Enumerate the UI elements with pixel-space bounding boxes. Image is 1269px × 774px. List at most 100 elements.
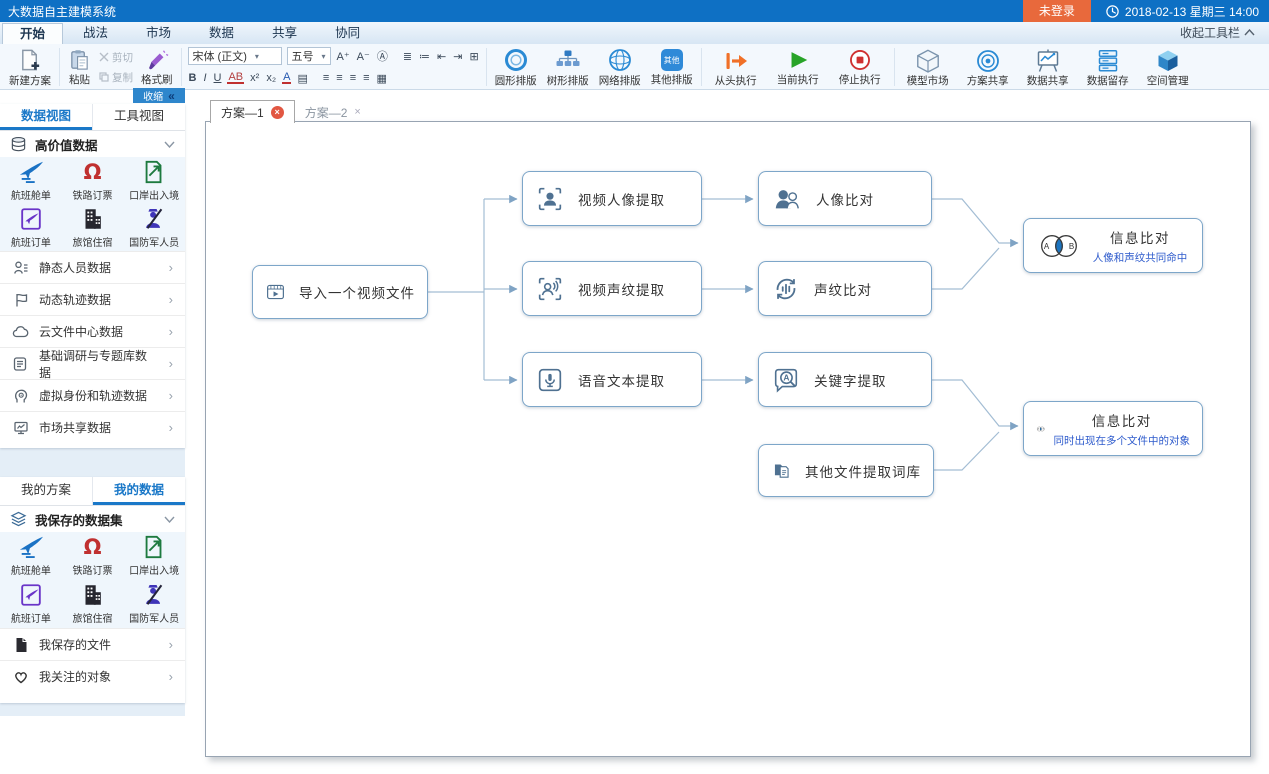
category-dynamic-track-data[interactable]: 动态轨迹数据 › bbox=[0, 283, 185, 315]
data-share-button[interactable]: 数据共享 bbox=[1018, 45, 1078, 89]
font-size-select[interactable]: 五号 bbox=[287, 47, 331, 65]
menu-tab-data[interactable]: 数据 bbox=[191, 22, 252, 44]
login-status-badge[interactable]: 未登录 bbox=[1023, 0, 1091, 22]
data-item-railway-ticket[interactable]: Ω 铁路订票 bbox=[62, 157, 124, 204]
view-tabs: 数据视图 工具视图 bbox=[0, 104, 185, 131]
grow-font-button[interactable]: A⁺ bbox=[336, 50, 351, 63]
sidebar-collapse-button[interactable]: 收缩 « bbox=[133, 88, 185, 103]
followed-objects-item[interactable]: 我关注的对象 › bbox=[0, 660, 185, 692]
subscript-button[interactable]: x₂ bbox=[265, 72, 277, 84]
align-right-button[interactable]: ≡ bbox=[349, 72, 357, 84]
data-item-railway-ticket[interactable]: Ω 铁路订票 bbox=[62, 532, 124, 579]
numbered-list-button[interactable]: ≔ bbox=[418, 50, 431, 63]
cut-button[interactable]: 剪切 bbox=[99, 50, 133, 65]
data-item-border-entry[interactable]: 口岸出入境 bbox=[123, 532, 185, 579]
other-layout-badge-text: 其他 bbox=[664, 55, 680, 66]
node-import-video[interactable]: 导入一个视频文件 bbox=[252, 265, 428, 319]
category-research-library-data[interactable]: 基础调研与专题库数据 › bbox=[0, 347, 185, 379]
category-virtual-identity-data[interactable]: 虚拟身份和轨迹数据 › bbox=[0, 379, 185, 411]
font-color-button[interactable]: A bbox=[282, 72, 291, 84]
node-info-compare-1[interactable]: A B 信息比对 人像和声纹共同命中 bbox=[1023, 218, 1203, 273]
new-plan-button[interactable]: 新建方案 bbox=[4, 45, 56, 89]
tab-my-data[interactable]: 我的数据 bbox=[92, 477, 185, 505]
align-center-button[interactable]: ≡ bbox=[335, 72, 343, 84]
menu-tab-collab[interactable]: 协同 bbox=[317, 22, 378, 44]
shrink-font-button[interactable]: A⁻ bbox=[356, 50, 371, 63]
category-cloud-file-data[interactable]: 云文件中心数据 › bbox=[0, 315, 185, 347]
shading-button[interactable]: ▤ bbox=[296, 72, 308, 85]
my-tabs: 我的方案 我的数据 bbox=[0, 477, 185, 506]
data-item-flight-manifest[interactable]: 航班舱单 bbox=[0, 157, 62, 204]
align-justify-button[interactable]: ≡ bbox=[362, 72, 370, 84]
run-current-button[interactable]: 当前执行 bbox=[767, 45, 829, 89]
table-button[interactable]: ⊞ bbox=[468, 50, 479, 63]
paste-button[interactable]: 粘贴 bbox=[63, 45, 96, 89]
model-canvas[interactable]: 导入一个视频文件 视频人像提取 人像比对 bbox=[205, 121, 1251, 757]
data-item-flight-order[interactable]: 航班订单 bbox=[0, 204, 62, 251]
data-retain-button[interactable]: 数据留存 bbox=[1078, 45, 1138, 89]
menu-tab-tactics[interactable]: 战法 bbox=[65, 22, 126, 44]
airplane-icon bbox=[18, 534, 44, 560]
tab-my-plans[interactable]: 我的方案 bbox=[0, 477, 92, 505]
other-layout-button[interactable]: 其他 其他排版 bbox=[646, 45, 698, 89]
borders-button[interactable]: ▦ bbox=[376, 72, 388, 85]
plan-tab-1[interactable]: 方案—1 × bbox=[210, 100, 295, 123]
data-item-military-personnel[interactable]: 国防军人员 bbox=[123, 580, 185, 627]
tab-data-view[interactable]: 数据视图 bbox=[0, 104, 92, 130]
circle-layout-button[interactable]: 圆形排版 bbox=[490, 45, 542, 89]
data-item-military-personnel[interactable]: 国防军人员 bbox=[123, 204, 185, 251]
node-label: 语音文本提取 bbox=[578, 370, 665, 390]
network-layout-button[interactable]: 网络排版 bbox=[594, 45, 646, 89]
node-face-compare[interactable]: 人像比对 bbox=[758, 171, 932, 226]
close-tab-icon[interactable]: × bbox=[271, 106, 284, 119]
collapse-toolbar-label: 收起工具栏 bbox=[1180, 24, 1240, 41]
node-video-face-extract[interactable]: 视频人像提取 bbox=[522, 171, 702, 226]
underline-button[interactable]: U bbox=[213, 72, 223, 84]
flight-document-icon bbox=[18, 206, 44, 232]
run-from-start-button[interactable]: 从头执行 bbox=[705, 45, 767, 89]
data-item-border-entry[interactable]: 口岸出入境 bbox=[123, 157, 185, 204]
tree-layout-button[interactable]: 树形排版 bbox=[542, 45, 594, 89]
align-left-button[interactable]: ≡ bbox=[322, 72, 330, 84]
collapse-toolbar-button[interactable]: 收起工具栏 bbox=[1180, 24, 1269, 44]
my-saved-files-item[interactable]: 我保存的文件 › bbox=[0, 628, 185, 660]
menu-tab-share[interactable]: 共享 bbox=[254, 22, 315, 44]
category-market-shared-data[interactable]: 市场共享数据 › bbox=[0, 411, 185, 443]
data-item-hotel-stay[interactable]: 旅馆住宿 bbox=[62, 204, 124, 251]
data-retain-label: 数据留存 bbox=[1087, 73, 1129, 88]
saved-dataset-header[interactable]: 我保存的数据集 bbox=[0, 506, 185, 532]
increase-indent-button[interactable]: ⇥ bbox=[452, 50, 463, 63]
stop-run-button[interactable]: 停止执行 bbox=[829, 45, 891, 89]
node-voice-compare[interactable]: 声纹比对 bbox=[758, 261, 932, 316]
model-market-button[interactable]: 模型市场 bbox=[898, 45, 958, 89]
copy-button[interactable]: 复制 bbox=[99, 70, 133, 85]
tab-tool-view[interactable]: 工具视图 bbox=[92, 104, 185, 130]
category-static-person-data[interactable]: 静态人员数据 › bbox=[0, 251, 185, 283]
node-keyword-extract[interactable]: A 关键字提取 bbox=[758, 352, 932, 407]
close-tab-icon[interactable]: × bbox=[354, 106, 360, 118]
data-item-label: 国防军人员 bbox=[129, 610, 179, 625]
menu-tab-start[interactable]: 开始 bbox=[2, 23, 63, 44]
bold-button[interactable]: B bbox=[188, 72, 198, 84]
node-other-files-lexicon[interactable]: 其他文件提取词库 bbox=[758, 444, 934, 497]
node-info-compare-2[interactable]: A B 信息比对 同时出现在多个文件中的对象 bbox=[1023, 401, 1203, 456]
data-item-hotel-stay[interactable]: 旅馆住宿 bbox=[62, 580, 124, 627]
plan-tab-2[interactable]: 方案—2 × bbox=[295, 102, 371, 122]
bullet-list-button[interactable]: ≣ bbox=[402, 50, 413, 63]
italic-button[interactable]: I bbox=[202, 72, 207, 84]
high-value-data-header[interactable]: 高价值数据 bbox=[0, 131, 185, 157]
char-border-button[interactable]: AB bbox=[227, 72, 244, 84]
menu-tab-market[interactable]: 市场 bbox=[128, 22, 189, 44]
format-painter-button[interactable]: 格式刷 bbox=[136, 45, 178, 89]
heart-icon bbox=[12, 669, 29, 684]
data-item-flight-order[interactable]: 航班订单 bbox=[0, 580, 62, 627]
node-speech-text-extract[interactable]: 语音文本提取 bbox=[522, 352, 702, 407]
data-item-flight-manifest[interactable]: 航班舱单 bbox=[0, 532, 62, 579]
plan-share-button[interactable]: 方案共享 bbox=[958, 45, 1018, 89]
enclose-char-button[interactable]: Ⓐ bbox=[376, 48, 389, 64]
decrease-indent-button[interactable]: ⇤ bbox=[436, 50, 447, 63]
superscript-button[interactable]: x² bbox=[249, 72, 260, 84]
node-video-voice-extract[interactable]: 视频声纹提取 bbox=[522, 261, 702, 316]
font-family-select[interactable]: 宋体 (正文) bbox=[188, 47, 282, 65]
space-manage-button[interactable]: 空间管理 bbox=[1138, 45, 1198, 89]
